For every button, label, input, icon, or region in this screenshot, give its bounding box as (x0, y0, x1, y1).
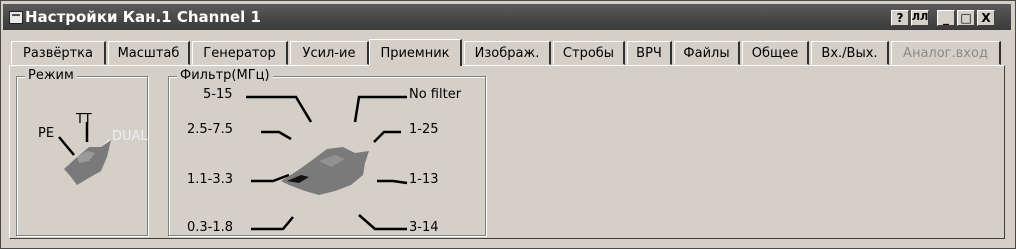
tab-files[interactable]: Файлы (674, 41, 740, 65)
title-bar[interactable]: Настройки Кан.1 Channel 1 ? ЛЛ _ □ X (3, 4, 1011, 30)
maximize-button[interactable]: □ (957, 10, 975, 26)
filter-option-no-filter[interactable]: No filter (409, 87, 461, 102)
filter-option-1-25[interactable]: 1-25 (409, 122, 439, 137)
mode-option-pe[interactable]: PE (38, 126, 54, 141)
close-button[interactable]: X (977, 10, 995, 26)
tab-tcg[interactable]: ВРЧ (627, 41, 672, 65)
filter-knob (281, 147, 369, 195)
help-button[interactable]: ? (891, 10, 909, 26)
mode-group: Режим PE TT DUAL (16, 68, 148, 236)
filter-option-1-13[interactable]: 1-13 (409, 172, 439, 187)
filter-group: Фильтр(МГц) 5-15 2.5-7.5 1.1-3.3 0.3-1.8… (168, 68, 486, 236)
settings-window: Настройки Кан.1 Channel 1 ? ЛЛ _ □ X Раз… (0, 0, 1016, 249)
filter-option-0.3-1.8[interactable]: 0.3-1.8 (187, 220, 233, 235)
receiver-panel: Режим PE TT DUAL Фильтр(МГц) 5-15 2.5-7.… (9, 65, 1005, 239)
window-menu-icon[interactable] (9, 11, 23, 24)
filter-option-5-15[interactable]: 5-15 (203, 87, 233, 102)
filter-option-1.1-3.3[interactable]: 1.1-3.3 (187, 172, 233, 187)
tab-general[interactable]: Общее (742, 41, 809, 65)
tab-image[interactable]: Изображ. (464, 41, 551, 65)
window-title: Настройки Кан.1 Channel 1 (25, 8, 261, 26)
tab-generator[interactable]: Генератор (192, 41, 288, 65)
mode-knob-graphic (58, 122, 111, 185)
minimize-button[interactable]: _ (937, 10, 955, 26)
mode-option-tt[interactable]: TT (76, 112, 92, 127)
tab-io[interactable]: Вх./Вых. (811, 41, 889, 65)
graph-button[interactable]: ЛЛ (911, 10, 929, 26)
filter-option-2.5-7.5[interactable]: 2.5-7.5 (187, 122, 233, 137)
tab-sweep[interactable]: Развёртка (11, 41, 106, 65)
filter-option-3-14[interactable]: 3-14 (409, 220, 439, 235)
mode-option-dual[interactable]: DUAL (112, 129, 148, 144)
mode-knob (64, 140, 111, 185)
tab-receiver[interactable]: Приемник (369, 39, 462, 66)
tab-analog-input: Аналог.вход (891, 41, 1001, 65)
tab-bar: Развёртка Масштаб Генератор Усил-ие Прие… (9, 39, 1005, 66)
tab-scale[interactable]: Масштаб (108, 41, 190, 65)
tab-gates[interactable]: Стробы (553, 41, 625, 65)
tab-gain[interactable]: Усил-ие (290, 41, 369, 65)
